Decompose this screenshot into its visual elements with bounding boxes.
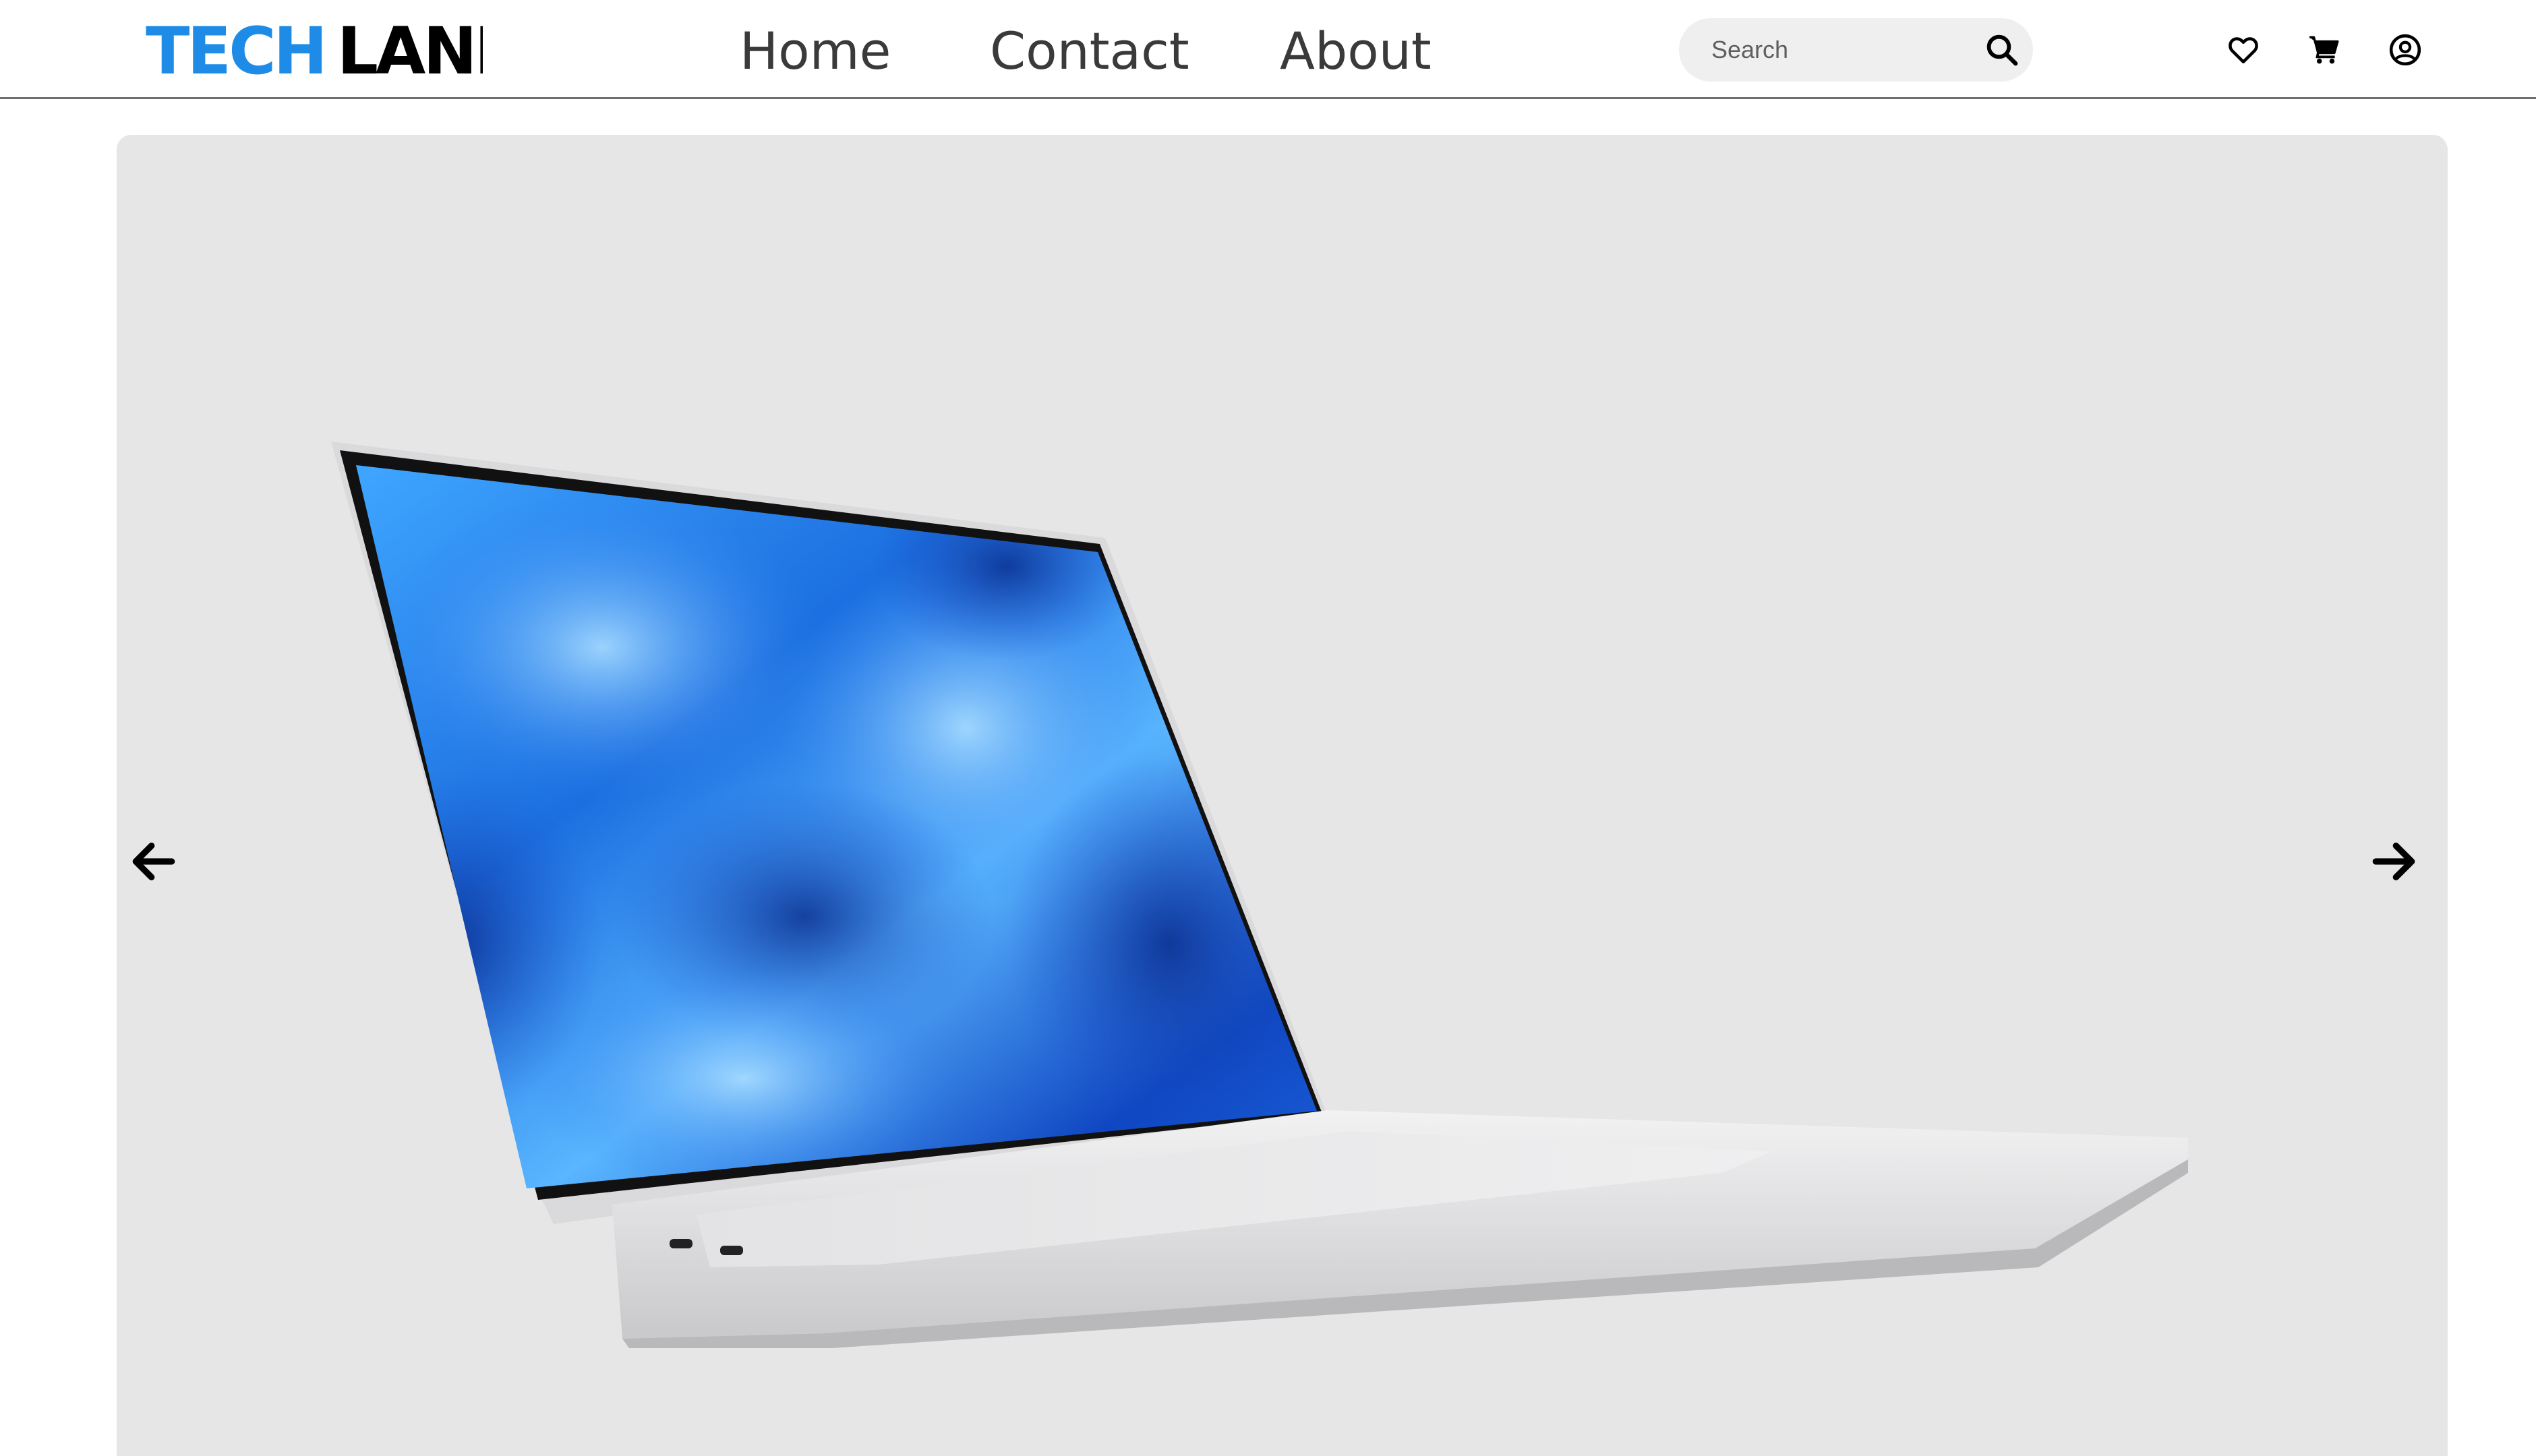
nav-about[interactable]: About — [1280, 18, 1432, 85]
arrow-left-icon[interactable] — [127, 835, 181, 888]
nav-home[interactable]: Home — [740, 18, 891, 85]
laptop-image — [331, 442, 2188, 1348]
heart-icon[interactable] — [2227, 33, 2260, 67]
logo[interactable]: TECHLANE — [146, 9, 483, 90]
search-icon[interactable] — [1984, 32, 2020, 68]
logo-part-lane: LANE — [336, 13, 483, 89]
search-input[interactable] — [1711, 18, 1974, 82]
account-icon[interactable] — [2388, 33, 2422, 67]
cart-icon[interactable] — [2307, 33, 2341, 67]
logo-part-tech: TECH — [146, 13, 328, 89]
site-header: TECHLANE Home Contact About — [0, 0, 2536, 99]
hero-carousel — [117, 135, 2448, 1456]
search-bar — [1679, 18, 2033, 82]
nav-contact[interactable]: Contact — [990, 18, 1189, 85]
arrow-right-icon[interactable] — [2367, 835, 2421, 888]
